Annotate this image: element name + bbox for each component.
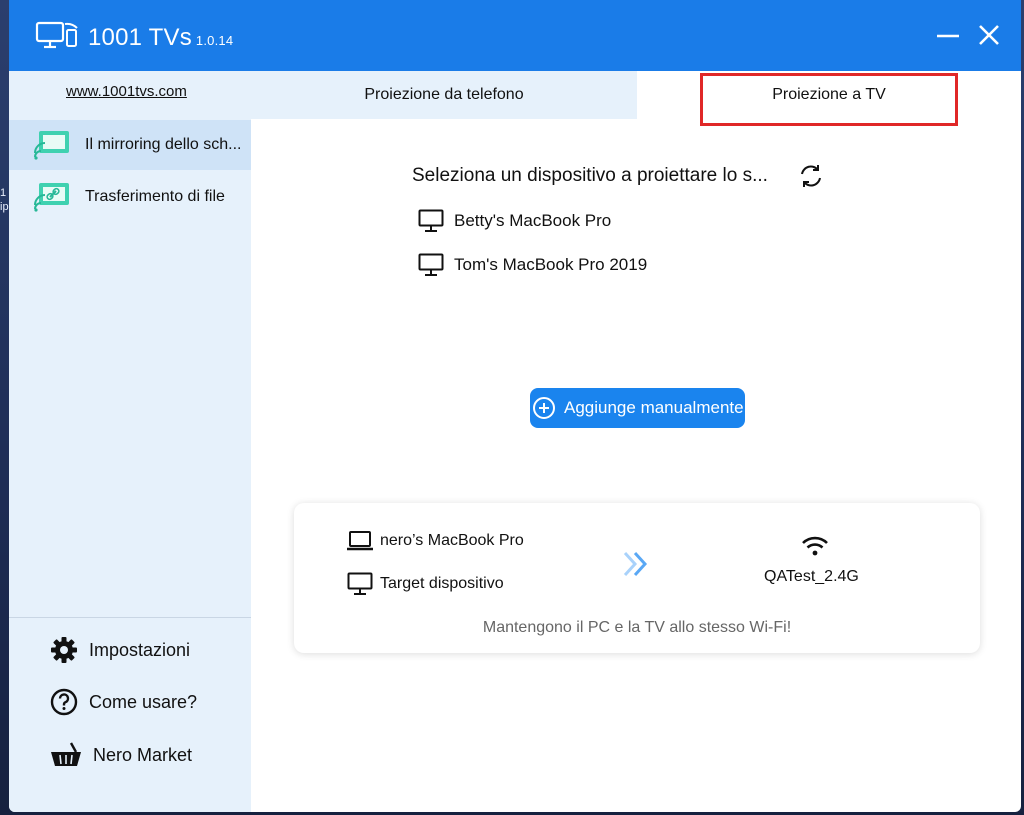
- sidebar-item-label: Trasferimento di file: [85, 188, 225, 205]
- app-name: 1001 TVs: [88, 24, 192, 51]
- close-icon[interactable]: [976, 22, 1002, 48]
- help-button[interactable]: Come usare?: [49, 686, 197, 718]
- tab-bar: Proiezione da telefono Proiezione a TV: [251, 71, 1021, 119]
- tab-tv-projection[interactable]: Proiezione a TV: [637, 71, 1021, 119]
- gear-icon: [51, 637, 77, 663]
- title-bar: 1001 TVs 1.0.14: [9, 0, 1021, 71]
- app-version: 1.0.14: [195, 33, 234, 48]
- same-wifi-note: Mantengono il PC e la TV allo stesso Wi-…: [482, 619, 792, 636]
- tab-phone-projection[interactable]: Proiezione da telefono: [251, 71, 637, 119]
- app-title: 1001 TVs 1.0.14: [88, 24, 233, 52]
- file-transfer-icon: [34, 183, 69, 212]
- source-device-row: nero’s MacBook Pro: [346, 529, 524, 553]
- sidebar-item-file-transfer[interactable]: Trasferimento di file: [9, 172, 251, 222]
- sidebar-divider: [9, 617, 251, 618]
- minimize-icon[interactable]: [935, 22, 961, 48]
- device-name: Betty's MacBook Pro: [454, 211, 612, 230]
- help-icon: [50, 688, 78, 716]
- target-device-label: Target dispositivo: [380, 575, 504, 592]
- screen-mirror-icon: [34, 131, 69, 160]
- monitor-icon: [418, 209, 444, 232]
- device-select-heading: Seleziona un dispositivo a proiettare lo…: [412, 165, 768, 186]
- wifi-network-name: QATest_2.4G: [764, 568, 859, 585]
- device-name: Tom's MacBook Pro 2019: [454, 255, 648, 274]
- app-window: 1001 TVs 1.0.14 www.1001tvs.com Il mirror…: [9, 0, 1021, 812]
- monitor-icon: [347, 572, 373, 595]
- monitor-icon: [418, 253, 444, 276]
- settings-button[interactable]: Impostazioni: [49, 634, 190, 666]
- target-device-row: Target dispositivo: [346, 572, 504, 596]
- nero-market-button[interactable]: Nero Market: [49, 739, 192, 771]
- help-label: Come usare?: [89, 691, 198, 712]
- add-manually-label: Aggiunge manualmente: [564, 398, 744, 417]
- device-item[interactable]: Betty's MacBook Pro: [418, 207, 611, 235]
- device-item[interactable]: Tom's MacBook Pro 2019: [418, 251, 647, 279]
- desktop-background-text: 1 ip: [0, 187, 9, 213]
- add-manually-button[interactable]: Aggiunge manualmente: [530, 388, 745, 428]
- wifi-icon: [802, 536, 828, 556]
- basket-icon: [51, 742, 81, 766]
- app-logo-icon: [35, 21, 78, 49]
- connection-info-card: nero’s MacBook Pro Target dispositivo QA…: [294, 503, 980, 653]
- nero-market-label: Nero Market: [93, 744, 193, 765]
- plus-circle-icon: [533, 397, 555, 419]
- sidebar: www.1001tvs.com Il mirroring dello sch..…: [9, 71, 251, 812]
- sidebar-item-label: Il mirroring dello sch...: [85, 136, 242, 153]
- laptop-icon: [347, 531, 373, 551]
- sidebar-item-screen-mirroring[interactable]: Il mirroring dello sch...: [9, 120, 251, 170]
- refresh-icon[interactable]: [797, 162, 825, 190]
- source-device-name: nero’s MacBook Pro: [380, 532, 524, 549]
- website-link[interactable]: www.1001tvs.com: [66, 83, 187, 100]
- settings-label: Impostazioni: [89, 639, 191, 660]
- double-chevron-right-icon: [623, 551, 648, 577]
